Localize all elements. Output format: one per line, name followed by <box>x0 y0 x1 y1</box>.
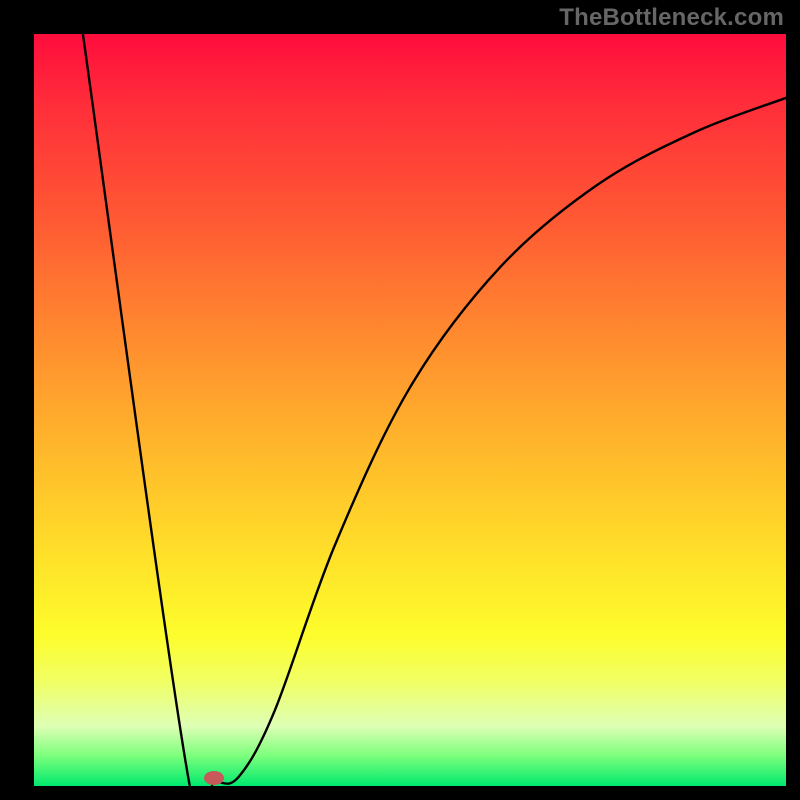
datapoint-marker <box>204 771 224 785</box>
chart-frame: TheBottleneck.com <box>0 0 800 800</box>
plot-area <box>34 34 786 786</box>
watermark-text: TheBottleneck.com <box>559 4 784 32</box>
bottleneck-curve <box>34 34 786 786</box>
